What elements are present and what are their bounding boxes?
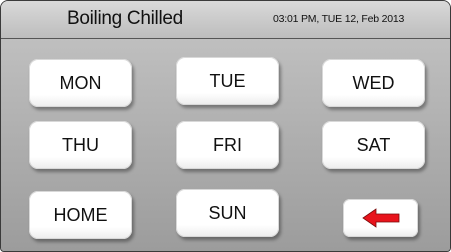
day-button-wed[interactable]: WED: [322, 59, 425, 107]
home-button[interactable]: HOME: [29, 191, 132, 239]
day-button-sun[interactable]: SUN: [176, 189, 279, 237]
day-selection-panel: MON TUE WED THU FRI SAT HOME SUN: [1, 39, 450, 251]
date-time-display: 03:01 PM, TUE 12, Feb 2013: [273, 13, 405, 25]
day-button-mon[interactable]: MON: [29, 59, 132, 107]
day-button-sat[interactable]: SAT: [322, 121, 425, 169]
left-arrow-icon: [361, 208, 399, 228]
back-button[interactable]: [343, 199, 418, 237]
day-button-fri[interactable]: FRI: [176, 121, 279, 169]
header-bar: Boiling Chilled 03:01 PM, TUE 12, Feb 20…: [1, 1, 450, 39]
day-button-thu[interactable]: THU: [29, 121, 132, 169]
touch-screen: Boiling Chilled 03:01 PM, TUE 12, Feb 20…: [0, 0, 451, 252]
day-button-tue[interactable]: TUE: [176, 57, 279, 105]
page-title: Boiling Chilled: [67, 8, 183, 29]
